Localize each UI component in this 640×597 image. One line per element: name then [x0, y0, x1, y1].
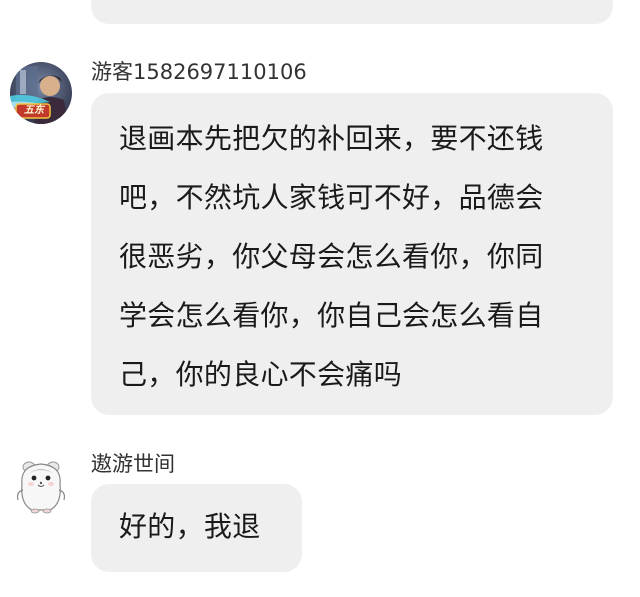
avatar-image [10, 454, 72, 516]
message-text: 好的，我退 [119, 510, 261, 543]
avatar-badge-label: 五东 [24, 105, 44, 116]
username-label[interactable]: 遨游世间 [91, 448, 175, 478]
username-label[interactable]: 游客1582697110106 [91, 56, 307, 86]
chat-thread: 五东 游客1582697110106 退画本先把欠的补回来，要不还钱 吧，不然坑… [0, 0, 640, 597]
message-text: 退画本先把欠的补回来，要不还钱 吧，不然坑人家钱可不好，品德会 很恶劣，你父母会… [119, 122, 544, 391]
message-bubble[interactable]: 退画本先把欠的补回来，要不还钱 吧，不然坑人家钱可不好，品德会 很恶劣，你父母会… [91, 93, 613, 415]
hamster-avatar-icon[interactable] [10, 454, 72, 516]
previous-message-bubble[interactable] [91, 0, 613, 24]
game-character-avatar-icon[interactable]: 五东 [10, 62, 72, 124]
message-bubble[interactable]: 好的，我退 [91, 484, 302, 572]
